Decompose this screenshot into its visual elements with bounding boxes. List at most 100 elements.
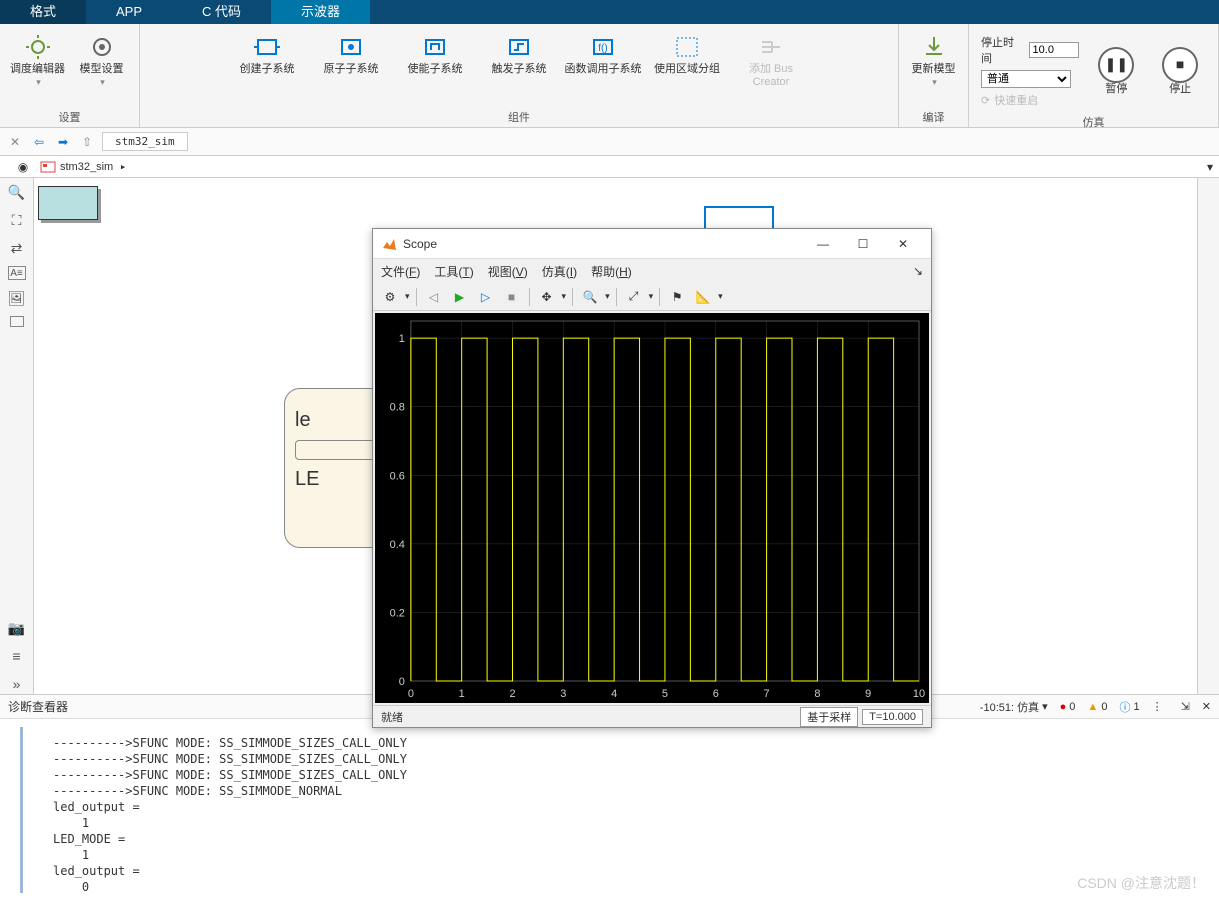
zoom-in-icon[interactable]: 🔍 [7, 182, 27, 202]
diag-log: ---------->SFUNC MODE: SS_SIMMODE_SIZES_… [20, 727, 1199, 893]
diag-close-icon[interactable]: ✕ [1202, 700, 1211, 713]
minimize-button[interactable]: — [803, 230, 843, 258]
svg-text:1: 1 [459, 688, 465, 700]
scale-icon[interactable]: ⤢ [623, 286, 645, 308]
diag-restore-icon[interactable]: ⇲ [1181, 700, 1190, 713]
create-subsystem-button[interactable]: 创建子系统 [227, 30, 307, 79]
image-icon[interactable]: 🖼 [7, 288, 27, 308]
tab-app[interactable]: APP [86, 0, 172, 24]
step-fwd-icon[interactable]: ▷ [475, 286, 497, 308]
stop-sim-icon[interactable]: ■ [501, 286, 523, 308]
close-button[interactable]: ✕ [883, 230, 923, 258]
watermark: CSDN @注意沈题！ [1077, 873, 1205, 893]
scope-toolbar: ⚙▾ ◁ ▶ ▷ ■ ✥▾ 🔍▾ ⤢▾ ⚑ 📐▾ [373, 283, 931, 311]
status-sample: 基于采样 [800, 707, 858, 727]
scope-plot[interactable]: 01234567891000.20.40.60.81 [375, 313, 929, 703]
zoom-icon[interactable]: 🔍 [579, 286, 601, 308]
svg-text:4: 4 [611, 688, 617, 700]
download-icon [920, 33, 948, 61]
close-icon[interactable]: ✕ [6, 133, 24, 151]
up-icon[interactable]: ⇧ [78, 133, 96, 151]
svg-text:10: 10 [913, 688, 925, 700]
triggers-icon[interactable]: ⚑ [666, 286, 688, 308]
menu-view[interactable]: 视图(V) [488, 263, 528, 280]
svg-text:f(): f() [598, 43, 607, 54]
svg-text:0.6: 0.6 [390, 470, 405, 482]
svg-text:2: 2 [509, 688, 515, 700]
bus-icon [757, 33, 785, 61]
svg-text:1: 1 [399, 333, 405, 345]
svg-text:3: 3 [560, 688, 566, 700]
measure-icon[interactable]: 📐 [692, 286, 714, 308]
svg-text:9: 9 [865, 688, 871, 700]
forward-icon[interactable]: ➡ [54, 133, 72, 151]
text-icon[interactable]: A≡ [8, 266, 26, 280]
enable-icon [421, 33, 449, 61]
region-icon [673, 33, 701, 61]
back-icon[interactable]: ⇦ [30, 133, 48, 151]
matlab-icon [381, 236, 397, 252]
maximize-button[interactable]: ☐ [843, 230, 883, 258]
svg-text:0.4: 0.4 [390, 539, 405, 551]
arrows-icon[interactable]: ⇄ [7, 238, 27, 258]
model-tab[interactable]: stm32_sim [102, 132, 188, 151]
brightness-button[interactable]: 调度编辑器 [8, 30, 68, 92]
svg-text:0: 0 [399, 676, 405, 688]
cursor-icon[interactable]: ✥ [536, 286, 558, 308]
model-icon [40, 159, 56, 175]
diag-warnings[interactable]: ▲0 [1087, 701, 1107, 713]
menu-file[interactable]: 文件(F) [381, 263, 420, 280]
block-cyan[interactable] [38, 186, 98, 220]
side-toolbar: 🔍 ⛶ ⇄ A≡ 🖼 📷 ≡ » [0, 178, 34, 694]
step-back-icon[interactable]: ◁ [423, 286, 445, 308]
add-bus-button[interactable]: 添加 Bus Creator [731, 30, 811, 92]
diag-errors[interactable]: ●0 [1060, 701, 1076, 713]
trigger-subsystem-button[interactable]: 触发子系统 [479, 30, 559, 79]
atomic-icon [337, 33, 365, 61]
svg-text:5: 5 [662, 688, 668, 700]
sim-controls: 停止时间 普通 ⟳快速重启 [977, 30, 1083, 112]
model-settings-button[interactable]: 模型设置 [72, 30, 132, 92]
diag-menu-icon[interactable]: ⋮ [1152, 700, 1163, 713]
update-model-button[interactable]: 更新模型 [904, 30, 964, 92]
menu-pin-icon[interactable]: ↘ [913, 264, 923, 278]
region-button[interactable]: 使用区域分组 [647, 30, 727, 79]
scope-title-text: Scope [403, 237, 803, 251]
menu-help[interactable]: 帮助(H) [591, 263, 632, 280]
dropdown-icon[interactable]: ▾ [1207, 160, 1213, 174]
sun-icon [24, 33, 52, 61]
tab-scope[interactable]: 示波器 [271, 0, 370, 24]
diag-info[interactable]: ⓘ1 [1119, 699, 1139, 715]
gear-icon [88, 33, 116, 61]
breadcrumb-text[interactable]: stm32_sim ▸ [60, 160, 126, 173]
fcncall-subsystem-button[interactable]: f()函数调用子系统 [563, 30, 643, 79]
sim-mode-select[interactable]: 普通 [981, 70, 1071, 88]
svg-text:6: 6 [713, 688, 719, 700]
atomic-subsystem-button[interactable]: 原子子系统 [311, 30, 391, 79]
menu-tools[interactable]: 工具(T) [434, 263, 473, 280]
fit-icon[interactable]: ⛶ [7, 210, 27, 230]
rect-icon[interactable] [10, 316, 24, 327]
menu-sim[interactable]: 仿真(I) [542, 263, 577, 280]
subsystem-icon [253, 33, 281, 61]
stoptime-input[interactable] [1029, 42, 1079, 58]
run-icon[interactable]: ▶ [449, 286, 471, 308]
gear-icon[interactable]: ⚙ [379, 286, 401, 308]
enable-subsystem-button[interactable]: 使能子系统 [395, 30, 475, 79]
navbar: ✕ ⇦ ➡ ⇧ stm32_sim [0, 128, 1219, 156]
pause-icon: ❚❚ [1098, 47, 1134, 83]
scope-menubar: 文件(F) 工具(T) 视图(V) 仿真(I) 帮助(H) ↘ [373, 259, 931, 283]
scope-window: Scope — ☐ ✕ 文件(F) 工具(T) 视图(V) 仿真(I) 帮助(H… [372, 228, 932, 728]
db-icon[interactable]: ≡ [7, 646, 27, 666]
tab-ccode[interactable]: C 代码 [172, 0, 271, 24]
expand-icon[interactable]: » [7, 674, 27, 694]
stop-button[interactable]: ■停止 [1150, 44, 1210, 99]
target-icon[interactable]: ◉ [18, 160, 28, 174]
tab-format[interactable]: 格式 [0, 0, 86, 24]
diag-time: -10:51: 仿真 ▾ [980, 699, 1048, 715]
status-time: T=10.000 [862, 709, 923, 725]
camera-icon[interactable]: 📷 [7, 618, 27, 638]
svg-text:0: 0 [408, 688, 414, 700]
pause-button[interactable]: ❚❚暂停 [1087, 44, 1147, 99]
stop-icon: ■ [1162, 47, 1198, 83]
